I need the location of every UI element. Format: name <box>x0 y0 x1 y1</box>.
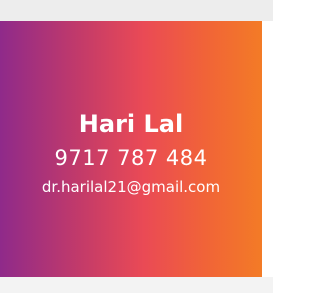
contact-phone: 9717 787 484 <box>54 146 208 170</box>
right-gutter <box>262 21 273 277</box>
contact-card: Hari Lal 9717 787 484 dr.harilal21@gmail… <box>0 21 262 277</box>
contact-email: dr.harilal21@gmail.com <box>41 178 221 196</box>
contact-name: Hari Lal <box>78 110 184 138</box>
top-strip <box>0 0 273 21</box>
bottom-strip <box>0 277 273 293</box>
contact-content: Hari Lal 9717 787 484 dr.harilal21@gmail… <box>0 21 262 277</box>
